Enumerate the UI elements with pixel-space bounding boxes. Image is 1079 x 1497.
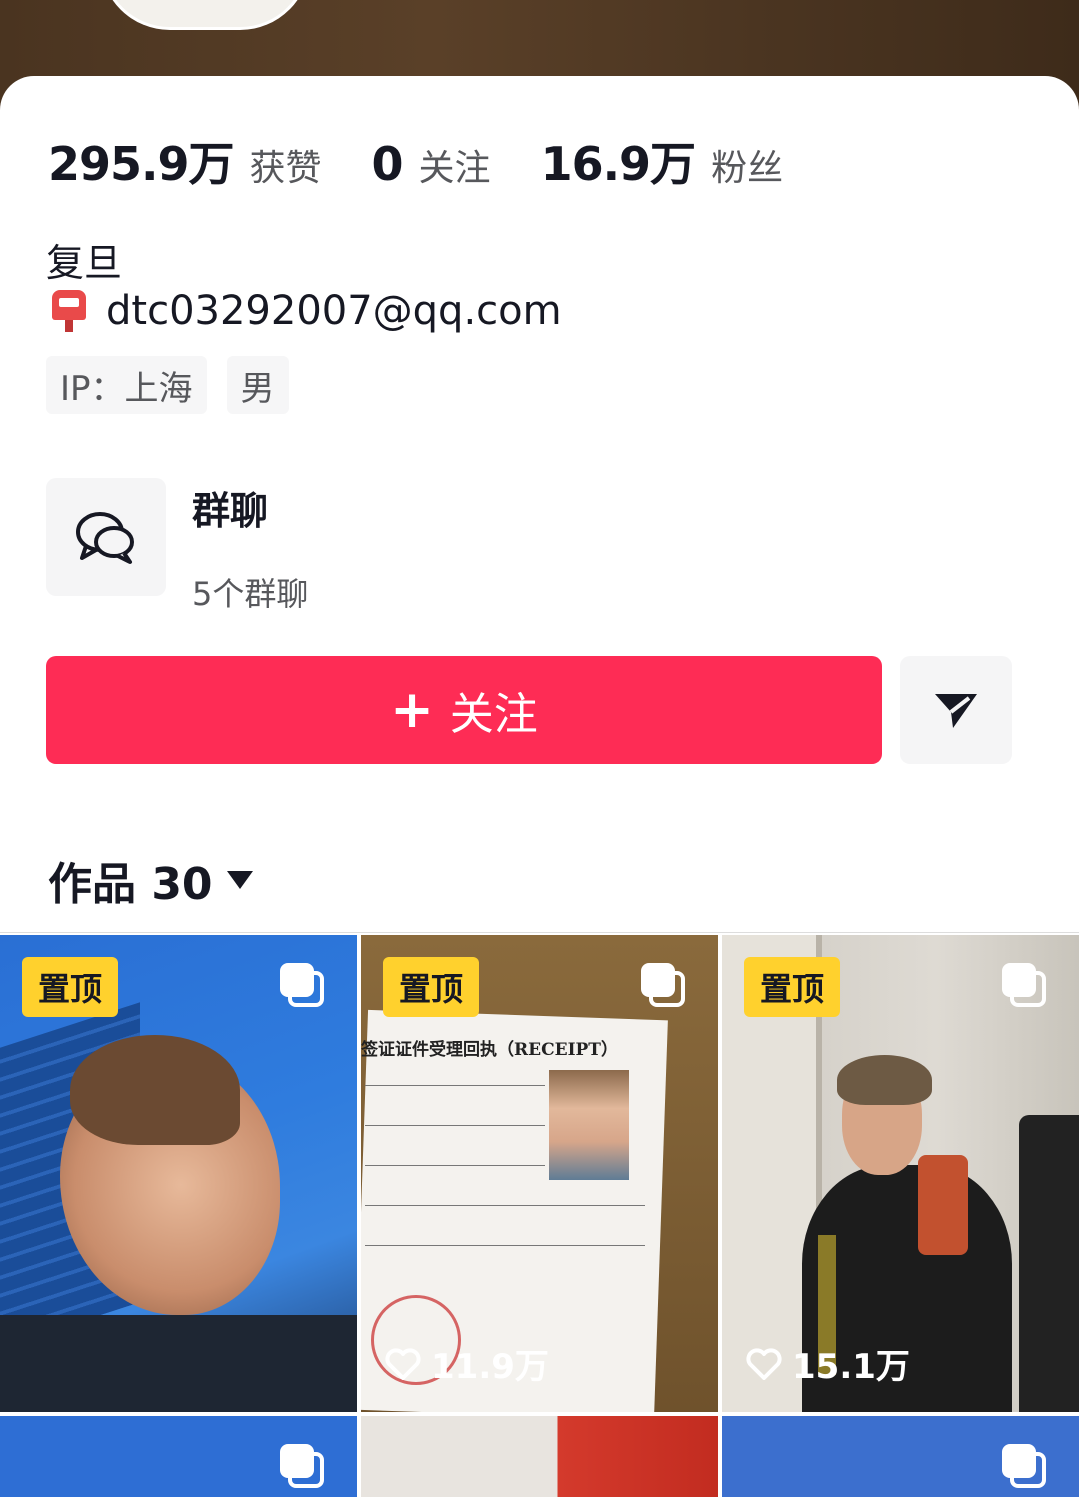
group-chat-count: 5个群聊: [192, 575, 309, 613]
stat-following-value: 0: [371, 137, 404, 191]
group-chat-title: 群聊: [192, 489, 269, 533]
video-thumbnail-6[interactable]: [722, 1416, 1079, 1497]
grid-divider: [0, 932, 1079, 933]
stat-likes-value: 295.9万: [48, 137, 235, 191]
stat-following[interactable]: 0 关注: [372, 137, 491, 191]
pinned-badge: 置顶: [22, 957, 118, 1017]
multi-image-icon: [280, 1444, 326, 1490]
receipt-line: [365, 1245, 645, 1246]
mailbox-icon: [50, 288, 90, 334]
email-row: dtc03292007@qq.com: [50, 288, 562, 334]
stat-followers[interactable]: 16.9万 粉丝: [541, 128, 784, 194]
stat-followers-label: 粉丝: [711, 148, 784, 189]
multi-image-icon: [1002, 1444, 1048, 1490]
hair-shape: [70, 1035, 240, 1145]
heart-icon: [746, 1347, 782, 1380]
receipt-line: [365, 1205, 645, 1206]
id-photo: [549, 1070, 629, 1180]
shirt-shape: [0, 1315, 357, 1412]
avatar[interactable]: [100, 0, 310, 30]
bio-text: 复旦: [46, 241, 123, 285]
caret-down-icon: [226, 871, 253, 889]
group-chat-entry[interactable]: 群聊 5个群聊: [46, 478, 308, 615]
receipt-line: [365, 1085, 545, 1086]
heart-icon: [385, 1347, 421, 1380]
video-thumbnail-4[interactable]: [0, 1416, 357, 1497]
like-count: 15.1万: [746, 1339, 910, 1388]
email-text: dtc03292007@qq.com: [106, 288, 562, 334]
message-button[interactable]: [900, 656, 1012, 764]
stat-followers-value: 16.9万: [540, 137, 696, 191]
video-thumbnail-2[interactable]: 签证证件受理回执（RECEIPT） 置顶 11.9万: [361, 935, 718, 1412]
video-thumbnail-1[interactable]: 置顶: [0, 935, 357, 1412]
like-count: 11.9万: [385, 1339, 549, 1388]
multi-image-icon: [641, 963, 687, 1009]
send-icon: [935, 694, 977, 728]
stat-likes-label: 获赞: [249, 148, 322, 189]
stat-following-label: 关注: [418, 148, 491, 189]
video-thumbnail-5[interactable]: [361, 1416, 718, 1497]
like-count-value: 15.1万: [792, 1347, 910, 1387]
group-chat-icon: [76, 512, 134, 564]
multi-image-icon: [280, 963, 326, 1009]
works-label: 作品 30: [48, 859, 213, 910]
follow-button-label: 关注: [449, 689, 538, 740]
video-thumbnail-3[interactable]: 置顶 15.1万: [722, 935, 1079, 1412]
like-count-value: 11.9万: [431, 1347, 549, 1387]
plus-icon: +: [390, 680, 434, 740]
follow-button[interactable]: + 关注: [46, 656, 882, 764]
gender-tag: 男: [226, 356, 289, 414]
receipt-title: 签证证件受理回执（RECEIPT）: [361, 1040, 618, 1060]
ip-location-tag: IP：上海: [46, 356, 207, 414]
multi-image-icon: [1002, 963, 1048, 1009]
profile-stats: 295.9万 获赞 0 关注 16.9万 粉丝: [48, 128, 833, 194]
hair-shape: [837, 1055, 932, 1105]
works-tab[interactable]: 作品 30: [48, 848, 253, 912]
phone-shape: [918, 1155, 968, 1255]
pinned-badge: 置顶: [383, 957, 479, 1017]
group-chat-icon-box: [46, 478, 166, 596]
clothes-rack: [1019, 1115, 1079, 1412]
stat-likes[interactable]: 295.9万 获赞: [48, 128, 322, 194]
receipt-line: [365, 1165, 545, 1166]
receipt-line: [365, 1125, 545, 1126]
profile-tags: IP：上海 男: [46, 356, 309, 414]
pinned-badge: 置顶: [744, 957, 840, 1017]
